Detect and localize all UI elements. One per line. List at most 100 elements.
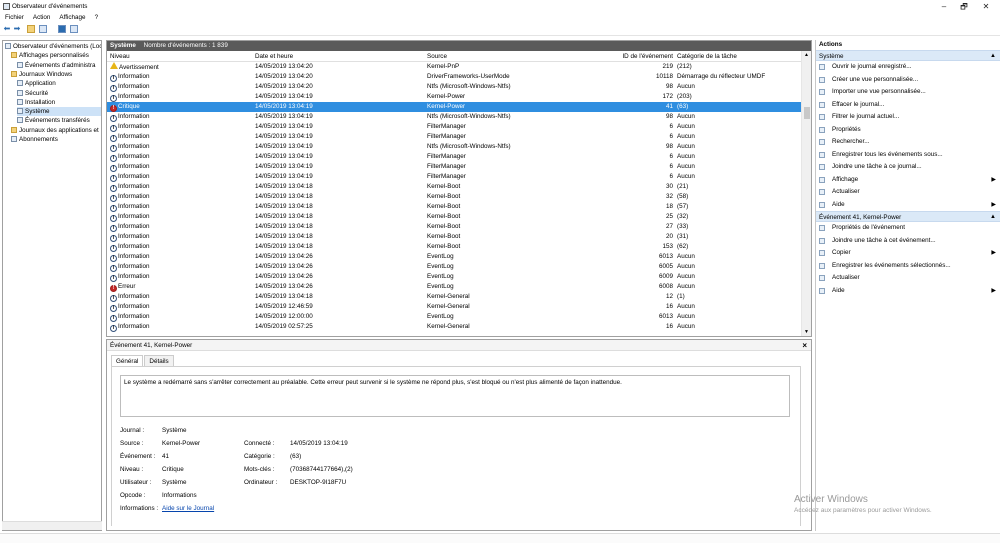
cell-level: i Information (110, 162, 150, 172)
table-row[interactable]: i Information 14/05/2019 13:04:26 EventLog 6… (107, 272, 801, 282)
table-row[interactable]: ! Critique 14/05/2019 13:04:19 Kernel-Power… (107, 102, 801, 112)
action-item[interactable]: Propriétés de l'événement (816, 222, 1000, 235)
action-label: Importer une vue personnalisée... (832, 88, 926, 95)
cell-source: FilterManager (427, 133, 466, 140)
tree-item[interactable]: Sécurité (17, 89, 101, 98)
table-row[interactable]: i Information 14/05/2019 13:04:18 Kernel-Ge… (107, 292, 801, 302)
detail-close-icon[interactable]: × (802, 340, 807, 351)
tree-item-label: Journaux Windows (19, 70, 73, 78)
table-row[interactable]: i Information 14/05/2019 13:04:19 FilterMan… (107, 122, 801, 132)
level-text: Information (118, 183, 150, 190)
forward-arrow-icon[interactable]: ➡ (13, 25, 21, 33)
actions-section-system[interactable]: Système ▲ (816, 50, 1000, 61)
action-item[interactable]: Actualiser (816, 272, 1000, 285)
action-item[interactable]: Joindre une tâche à ce journal... (816, 161, 1000, 174)
table-row[interactable]: i Information 14/05/2019 13:04:18 Kernel-Bo… (107, 202, 801, 212)
action-item[interactable]: Enregistrer tous les événements sous... (816, 149, 1000, 162)
table-row[interactable]: i Information 14/05/2019 13:04:19 Ntfs (Mic… (107, 142, 801, 152)
action-item[interactable]: Actualiser (816, 186, 1000, 199)
menu-fichier[interactable]: Fichier (5, 14, 24, 21)
maximize-button[interactable]: 🗗 (954, 1, 974, 12)
action-item[interactable]: Affichage ▶ (816, 174, 1000, 187)
tree-item[interactable]: Observateur d'événements (Loc (5, 42, 101, 51)
folder-up-icon[interactable] (27, 25, 35, 33)
back-arrow-icon[interactable]: ⬅ (3, 25, 11, 33)
tree-horizontal-scrollbar[interactable] (2, 521, 102, 530)
actions-list-system: Ouvrir le journal enregistré... Créer une… (816, 61, 1000, 211)
table-row[interactable]: i Information 14/05/2019 13:04:18 Kernel-Bo… (107, 182, 801, 192)
journal-value: Système (162, 427, 187, 434)
table-row[interactable]: i Information 14/05/2019 02:57:25 Kernel-Ge… (107, 322, 801, 332)
table-row[interactable]: i Information 14/05/2019 13:04:18 Kernel-Bo… (107, 222, 801, 232)
scroll-up-icon[interactable]: ▲ (804, 52, 809, 58)
column-header-event-id[interactable]: ID de l'événement (619, 51, 673, 62)
tree-item[interactable]: Système (17, 107, 101, 117)
actions-section-event[interactable]: Événement 41, Kernel-Power ▲ (816, 211, 1000, 222)
help-icon[interactable] (58, 25, 66, 33)
tree-item[interactable]: Affichages personnalisés (11, 51, 101, 60)
table-row[interactable]: i Information 14/05/2019 13:04:18 Kernel-Bo… (107, 232, 801, 242)
table-row[interactable]: i Information 14/05/2019 13:04:26 EventLog 6… (107, 262, 801, 272)
information-icon: i (110, 95, 117, 102)
tree-item[interactable]: Événements transférés (17, 116, 101, 125)
tree-item[interactable]: Installation (17, 98, 101, 107)
tree-item[interactable]: Événements d'administra (17, 61, 101, 70)
show-hide-actions-icon[interactable] (70, 25, 78, 33)
table-row[interactable]: i Information 14/05/2019 13:04:19 FilterMan… (107, 172, 801, 182)
action-item[interactable]: Copier ▶ (816, 247, 1000, 260)
table-row[interactable]: i Information 14/05/2019 13:04:19 FilterMan… (107, 152, 801, 162)
table-row[interactable]: i Information 14/05/2019 13:04:26 EventLog 6… (107, 252, 801, 262)
column-header-level[interactable]: Niveau (110, 51, 130, 62)
cell-category: (203) (677, 93, 692, 100)
action-item[interactable]: Importer une vue personnalisée... (816, 86, 1000, 99)
show-hide-tree-icon[interactable] (39, 25, 47, 33)
action-item[interactable]: Rechercher... (816, 136, 1000, 149)
cell-source: FilterManager (427, 173, 466, 180)
tab-general[interactable]: Général (111, 355, 144, 366)
events-vertical-scrollbar[interactable]: ▲ ▼ (801, 51, 811, 336)
scroll-down-icon[interactable]: ▼ (804, 329, 809, 335)
menu-affichage[interactable]: Affichage (59, 14, 85, 21)
table-row[interactable]: i Information 14/05/2019 13:04:20 DriverFra… (107, 72, 801, 82)
menu-help[interactable]: ? (95, 14, 99, 21)
tree-item[interactable]: Journaux des applications et (11, 126, 101, 135)
level-text: Information (118, 223, 150, 230)
table-row[interactable]: i Information 14/05/2019 13:04:18 Kernel-Bo… (107, 242, 801, 252)
column-header-category[interactable]: Catégorie de la tâche (677, 51, 737, 62)
table-row[interactable]: Avertissement 14/05/2019 13:04:20 Kernel-P… (107, 62, 801, 72)
tree-item[interactable]: Journaux Windows (11, 70, 101, 79)
cell-category: Aucun (677, 263, 695, 270)
table-row[interactable]: i Information 14/05/2019 12:00:00 EventLog 6… (107, 312, 801, 322)
cell-category: (63) (677, 103, 689, 110)
tab-details[interactable]: Détails (144, 355, 174, 366)
table-row[interactable]: i Information 14/05/2019 13:04:19 Ntfs (Mic… (107, 112, 801, 122)
action-item[interactable]: Filtrer le journal actuel... (816, 111, 1000, 124)
tree-item[interactable]: Application (17, 79, 101, 88)
menu-action[interactable]: Action (33, 14, 51, 21)
table-row[interactable]: i Information 14/05/2019 13:04:18 Kernel-Bo… (107, 212, 801, 222)
action-item[interactable]: Ouvrir le journal enregistré... (816, 61, 1000, 74)
table-row[interactable]: i Information 14/05/2019 13:04:20 Ntfs (Mic… (107, 82, 801, 92)
action-item[interactable]: Effacer le journal... (816, 99, 1000, 112)
table-row[interactable]: ! Erreur 14/05/2019 13:04:26 EventLog 6008 Au… (107, 282, 801, 292)
help-log-link[interactable]: Aide sur le Journal (162, 504, 214, 513)
table-row[interactable]: i Information 14/05/2019 13:04:19 Kernel-Po… (107, 92, 801, 102)
minimize-button[interactable]: – (934, 1, 954, 12)
tree-item[interactable]: Abonnements (11, 135, 101, 144)
column-header-source[interactable]: Source (427, 51, 447, 62)
scrollbar-thumb[interactable] (804, 107, 810, 119)
action-item[interactable]: Joindre une tâche à cet événement... (816, 235, 1000, 248)
close-button[interactable]: ✕ (976, 1, 996, 12)
column-header-date[interactable]: Date et heure (255, 51, 293, 62)
table-row[interactable]: i Information 14/05/2019 12:46:59 Kernel-Ge… (107, 302, 801, 312)
action-item[interactable]: Enregistrer les événements sélectionnés.… (816, 260, 1000, 273)
action-item[interactable]: Aide ▶ (816, 285, 1000, 298)
table-row[interactable]: i Information 14/05/2019 13:04:19 FilterMan… (107, 162, 801, 172)
table-row[interactable]: i Information 14/05/2019 13:04:18 Kernel-Bo… (107, 192, 801, 202)
action-item[interactable]: Propriétés (816, 124, 1000, 137)
table-row[interactable]: i Information 14/05/2019 13:04:19 FilterMan… (107, 132, 801, 142)
action-item[interactable]: Créer une vue personnalisée... (816, 74, 1000, 87)
cell-date: 14/05/2019 13:04:19 (255, 113, 313, 120)
action-item[interactable]: Aide ▶ (816, 199, 1000, 212)
cell-event-id: 6 (669, 133, 673, 140)
